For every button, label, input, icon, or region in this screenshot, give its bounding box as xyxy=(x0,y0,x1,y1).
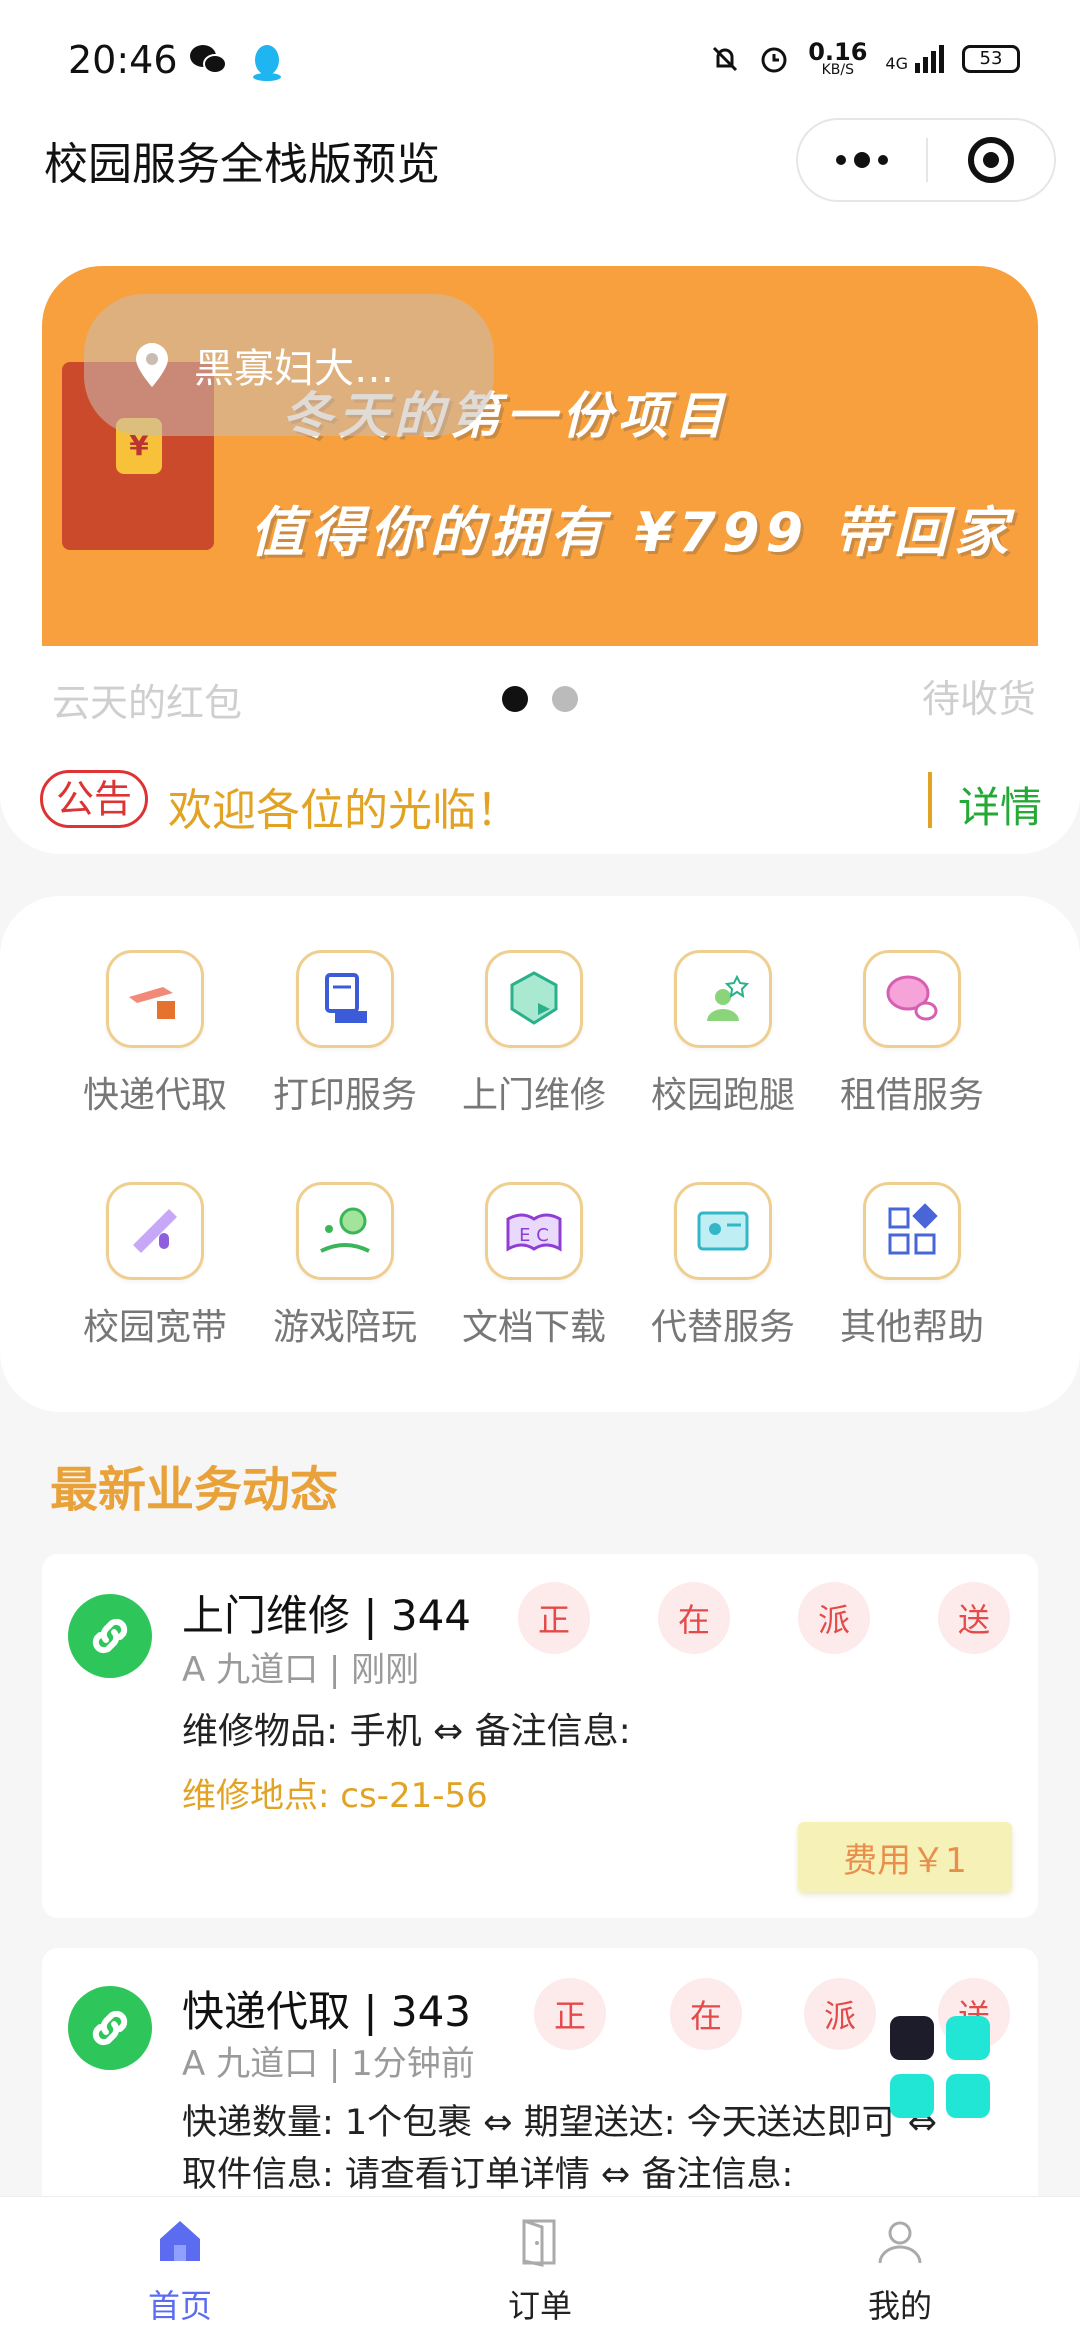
service-print[interactable]: 打印服务 xyxy=(250,950,440,1118)
mute-bell-icon xyxy=(713,47,738,72)
service-label: 上门维修 xyxy=(461,1075,606,1116)
notice-badge: 公告 xyxy=(40,770,148,828)
service-document[interactable]: E C 文档下载 xyxy=(439,1182,629,1350)
location-selector[interactable]: 黑寡妇大… xyxy=(84,294,494,436)
order-meta: A 九道口 | 1分钟前 xyxy=(182,2044,475,2084)
service-label: 代替服务 xyxy=(650,1307,795,1348)
signal-icon: 4G xyxy=(885,45,944,74)
fee-button[interactable]: 费用￥1 xyxy=(798,1822,1012,1892)
rent-icon xyxy=(863,950,961,1048)
service-other-help[interactable]: 其他帮助 xyxy=(817,1182,1007,1350)
order-card[interactable]: 上门维修 | 344 A 九道口 | 刚刚 正 在 派 送 维修物品: 手机 ⇔… xyxy=(42,1554,1038,1918)
close-miniapp-button[interactable] xyxy=(928,137,1054,183)
section-title-latest: 最新业务动态 xyxy=(50,1462,339,1518)
notification-icons xyxy=(188,42,284,82)
net-speed: 0.16 KB/S xyxy=(808,38,868,78)
notice-detail-link[interactable]: 详情 xyxy=(958,774,1042,835)
service-label: 其他帮助 xyxy=(839,1307,984,1348)
errand-icon xyxy=(674,950,772,1048)
service-express[interactable]: 快递代取 xyxy=(60,950,250,1118)
banner-subline: 值得你的拥有 ¥799 带回家 xyxy=(250,501,1014,564)
service-label: 游戏陪玩 xyxy=(272,1307,417,1348)
broadband-icon xyxy=(106,1182,204,1280)
battery-icon: 53 xyxy=(962,45,1020,74)
tab-orders[interactable]: 订单 xyxy=(440,2215,640,2327)
order-detail: 快递数量: 1个包裹 ⇔ 期望送达: 今天送达即可 ⇔ xyxy=(182,2103,938,2143)
service-label: 打印服务 xyxy=(272,1075,417,1116)
service-rent[interactable]: 租借服务 xyxy=(817,950,1007,1118)
service-errand[interactable]: 校园跑腿 xyxy=(628,950,818,1118)
miniprogram-link-icon xyxy=(68,1986,152,2070)
status-char: 派 xyxy=(798,1582,870,1654)
service-broadband[interactable]: 校园宽带 xyxy=(60,1182,250,1350)
qq-icon xyxy=(253,45,281,81)
order-address: 维修地点: cs-21-56 xyxy=(182,1776,488,1816)
repair-icon xyxy=(485,950,583,1048)
alarm-icon xyxy=(761,47,787,73)
print-icon xyxy=(296,950,394,1048)
target-icon xyxy=(968,137,1014,183)
order-meta: A 九道口 | 刚刚 xyxy=(182,1650,420,1690)
home-icon xyxy=(160,2221,200,2261)
order-detail-2: 取件信息: 请查看订单详情 ⇔ 备注信息: xyxy=(182,2155,794,2195)
notice-text: 欢迎各位的光临！ xyxy=(168,785,520,836)
status-char: 送 xyxy=(938,1582,1010,1654)
service-label: 校园跑腿 xyxy=(650,1075,795,1116)
status-right: 0.16 KB/S 4G 53 xyxy=(710,38,1020,78)
notice-divider xyxy=(928,772,932,828)
more-menu-button[interactable] xyxy=(798,120,926,200)
page-title: 校园服务全栈版预览 xyxy=(44,139,440,190)
substitute-icon xyxy=(674,1182,772,1280)
tab-mine[interactable]: 我的 xyxy=(800,2215,1000,2327)
service-substitute[interactable]: 代替服务 xyxy=(628,1182,818,1350)
carousel-prev-caption: 云天的红包 xyxy=(52,681,243,725)
service-repair[interactable]: 上门维修 xyxy=(439,950,629,1118)
status-char: 正 xyxy=(534,1978,606,2050)
service-game[interactable]: 游戏陪玩 xyxy=(250,1182,440,1350)
document-icon: E C xyxy=(485,1182,583,1280)
svg-text:E C: E C xyxy=(519,1225,549,1246)
order-title: 快递代取 | 343 xyxy=(182,1987,472,2036)
miniprogram-link-icon xyxy=(68,1594,152,1678)
order-detail: 维修物品: 手机 ⇔ 备注信息: xyxy=(182,1711,631,1752)
other-help-icon xyxy=(863,1182,961,1280)
status-char: 在 xyxy=(670,1978,742,2050)
game-icon xyxy=(296,1182,394,1280)
location-pin-icon xyxy=(136,343,168,387)
carousel-dot-active[interactable] xyxy=(502,686,528,712)
status-char: 在 xyxy=(658,1582,730,1654)
service-label: 快递代取 xyxy=(82,1075,227,1116)
status-char: 派 xyxy=(804,1978,876,2050)
door-icon xyxy=(522,2219,556,2267)
miniapp-capsule xyxy=(796,118,1056,202)
floating-app-grid-button[interactable] xyxy=(890,2016,992,2120)
status-time: 20:46 xyxy=(68,38,178,82)
carousel-next-caption: 待收货 xyxy=(921,677,1036,721)
status-char: 正 xyxy=(518,1582,590,1654)
tab-home[interactable]: 首页 xyxy=(80,2215,280,2327)
user-icon xyxy=(878,2221,922,2264)
carousel-dot[interactable] xyxy=(552,686,578,712)
service-label: 文档下载 xyxy=(461,1307,606,1348)
service-label: 校园宽带 xyxy=(82,1307,227,1348)
express-icon xyxy=(106,950,204,1048)
location-text: 黑寡妇大… xyxy=(194,346,394,392)
tab-bar: 首页 订单 我的 xyxy=(0,2196,1080,2340)
service-label: 租借服务 xyxy=(839,1075,984,1116)
order-title: 上门维修 | 344 xyxy=(182,1591,472,1640)
wechat-icon xyxy=(190,45,227,74)
